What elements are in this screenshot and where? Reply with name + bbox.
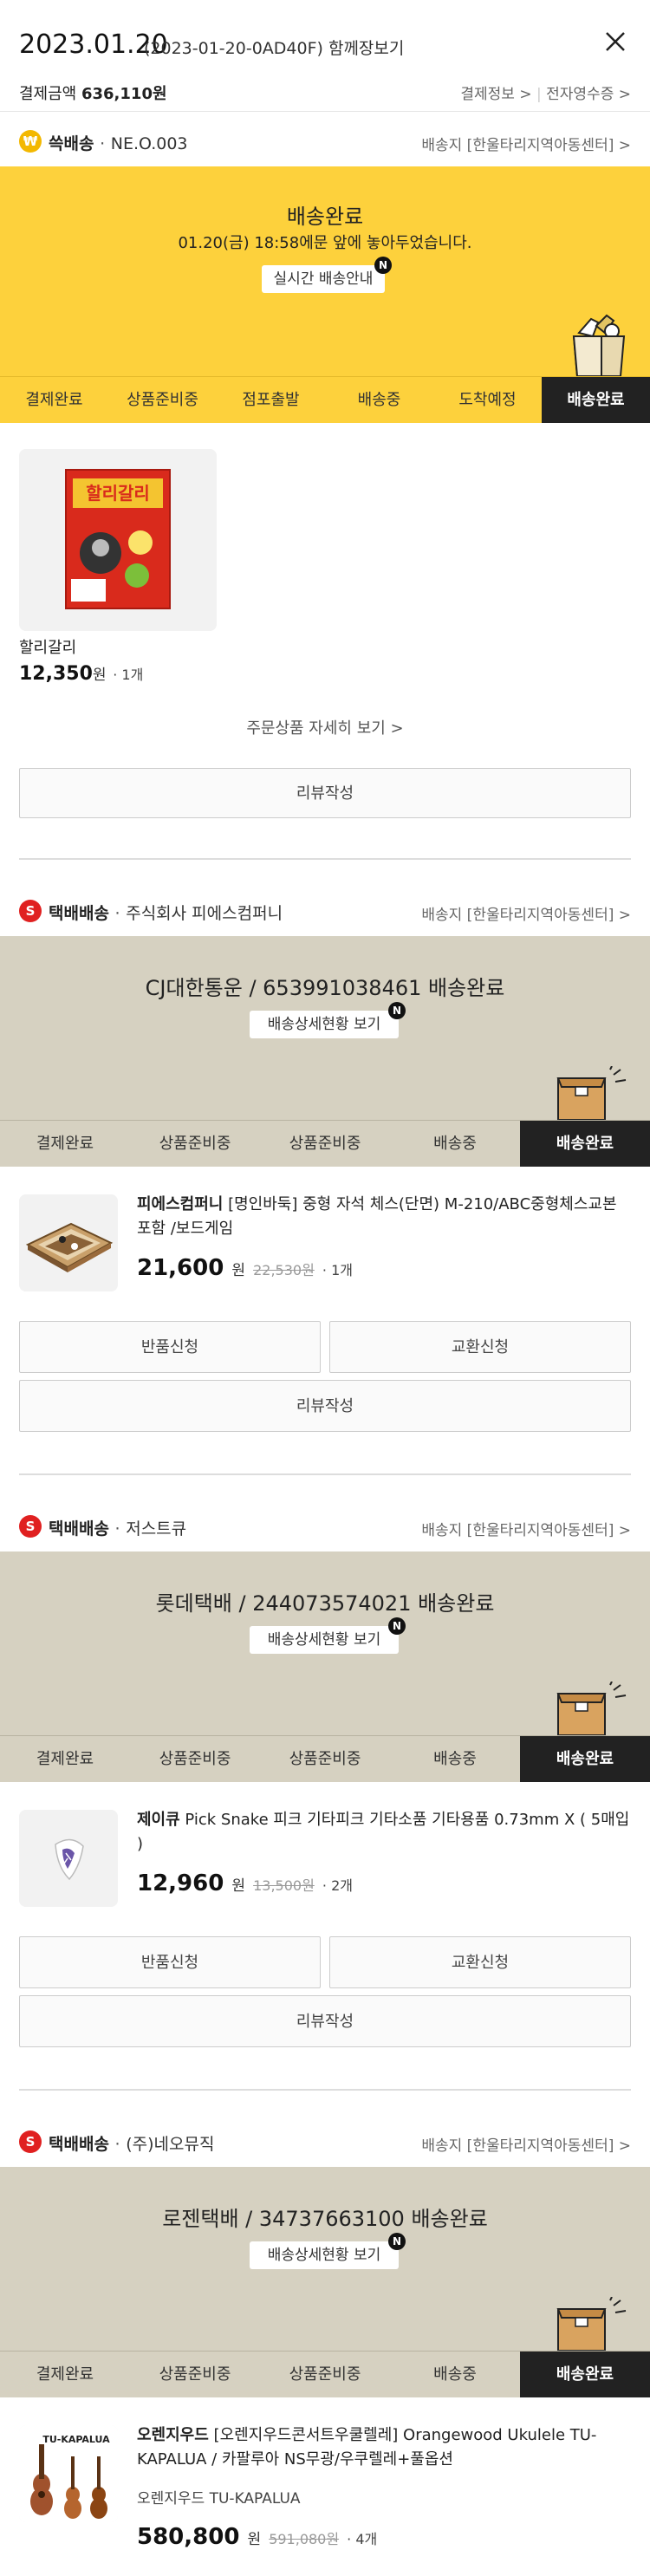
parcel-box-icon [553, 2296, 633, 2352]
step-shipping: 배송중 [433, 1135, 477, 1153]
product-price: 21,600 원 22,530원 · 1개 [137, 1255, 353, 1281]
step-shipping: 배송중 [357, 391, 401, 409]
step-delivered: 배송완료 [520, 1736, 650, 1782]
delivery-banner: 로젠택배 / 34737663100 배송완료 배송상세현황 보기 N [0, 2167, 650, 2352]
delivery-steps: 결제완료 상품준비중 상품준비중 배송중 배송완료 [0, 2351, 650, 2397]
delivery-detail-button[interactable]: 배송상세현황 보기 N [250, 1617, 406, 1654]
shipment-header: S 택배배송 · 저스트큐 배송지 [한울타리지역아동센터] > [0, 1499, 650, 1551]
new-badge: N [388, 1002, 406, 1019]
order-code: (2023-01-20-0AD40F) 함께장보기 [144, 39, 405, 58]
product-image[interactable] [19, 1194, 118, 1291]
s-delivery-icon: S [19, 2130, 42, 2153]
new-badge: N [374, 257, 392, 274]
shipment-type: 택배배송 · 저스트큐 [49, 1519, 187, 1538]
destination-link[interactable]: 배송지 [한울타리지역아동센터] > [421, 2133, 631, 2155]
product-name[interactable]: 제이큐 Pick Snake 피크 기타피크 기타소품 기타용품 0.73mm … [137, 1808, 631, 1857]
product-price: 12,350원 · 1개 [19, 663, 144, 685]
banner-title: 배송완료 [286, 205, 364, 229]
step-preparing: 상품준비중 [127, 391, 198, 409]
step-delivered: 배송완료 [520, 1121, 650, 1167]
product-box-label: 할리갈리 [86, 483, 150, 504]
destination-link[interactable]: 배송지 [한울타리지역아동센터] > [421, 133, 631, 154]
realtime-delivery-button[interactable]: 실시간 배송안내 N [262, 257, 392, 293]
step-delivered: 배송완료 [542, 377, 650, 423]
grocery-bag-icon [567, 314, 631, 377]
product-price: 12,960 원 13,500원 · 2개 [137, 1870, 353, 1896]
header-links: 결제정보 > | 전자영수증 > [460, 86, 631, 103]
product-option: 오렌지우드 TU-KAPALUA [137, 2490, 301, 2508]
delivery-banner: 배송완료 01.20(금) 18:58에문 앞에 놓아두었습니다. 실시간 배송… [0, 166, 650, 377]
delivery-detail-button[interactable]: 배송상세현황 보기 N [250, 1002, 406, 1038]
review-button[interactable]: 리뷰작성 [19, 1995, 631, 2047]
step-preparing: 상품준비중 [289, 1750, 361, 1768]
delivery-steps: 결제완료 상품준비중 상품준비중 배송중 배송완료 [0, 1735, 650, 1782]
banner-title: 롯데택배 / 244073574021 배송완료 [155, 1591, 495, 1616]
product-name[interactable]: 피에스컴퍼니 [명인바둑] 중형 자석 체스(단면) M-210/ABC중형체스… [137, 1193, 631, 1241]
destination-link[interactable]: 배송지 [한울타리지역아동센터] > [421, 1518, 631, 1539]
shipment-type: 쓱배송 · NE.O.003 [49, 134, 188, 153]
section-divider [19, 858, 631, 860]
payment-info-link[interactable]: 결제정보 > [460, 86, 531, 103]
step-preparing: 상품준비중 [289, 2365, 361, 2384]
section-divider [19, 1473, 631, 1475]
product-price: 580,800 원 591,080원 · 4개 [137, 2524, 378, 2550]
step-delivered: 배송완료 [520, 2352, 650, 2397]
order-detail-link[interactable]: 주문상품 자세히 보기 > [0, 716, 650, 738]
banner-title: 로젠택배 / 34737663100 배송완료 [162, 2207, 488, 2231]
banner-title: CJ대한통운 / 653991038461 배송완료 [145, 976, 505, 1000]
return-request-button[interactable]: 반품신청 [19, 1936, 321, 1988]
order-header: 2023.01.20 (2023-01-20-0AD40F) 함께장보기 결제금… [0, 0, 650, 112]
shipment-header: S 택배배송 · (주)네오뮤직 배송지 [한울타리지역아동센터] > [0, 2115, 650, 2167]
review-button[interactable]: 리뷰작성 [19, 768, 631, 818]
ssg-icon: ₩ [19, 130, 42, 153]
divider [0, 111, 650, 112]
receipt-link[interactable]: 전자영수증 > [546, 86, 631, 103]
step-shipping: 배송중 [433, 2365, 477, 2384]
payment-amount: 결제금액 636,110원 [19, 85, 167, 103]
shipment-type: 택배배송 · 주식회사 피에스컴퍼니 [49, 904, 283, 923]
product-image[interactable] [19, 1810, 118, 1907]
new-badge: N [388, 2233, 406, 2250]
delivery-steps: 결제완료 상품준비중 점포출발 배송중 도착예정 배송완료 [0, 376, 650, 423]
parcel-box-icon [553, 1681, 633, 1736]
delivery-detail-button[interactable]: 배송상세현황 보기 N [250, 2233, 406, 2269]
step-paid: 결제완료 [36, 1750, 94, 1768]
delivery-steps: 결제완료 상품준비중 상품준비중 배송중 배송완료 [0, 1120, 650, 1167]
step-arriving: 도착예정 [458, 391, 517, 409]
product-box-label: TU-KAPALUA [42, 2434, 110, 2445]
close-icon[interactable] [600, 26, 631, 57]
new-badge: N [388, 1617, 406, 1635]
return-request-button[interactable]: 반품신청 [19, 1321, 321, 1373]
step-paid: 결제완료 [36, 1135, 94, 1153]
step-preparing: 상품준비중 [159, 1750, 231, 1768]
delivery-banner: 롯데택배 / 244073574021 배송완료 배송상세현황 보기 N [0, 1551, 650, 1736]
product-name[interactable]: 할리갈리 [19, 636, 76, 660]
review-button[interactable]: 리뷰작성 [19, 1380, 631, 1432]
step-preparing: 상품준비중 [289, 1135, 361, 1153]
s-delivery-icon: S [19, 900, 42, 922]
s-delivery-icon: S [19, 1515, 42, 1538]
parcel-box-icon [553, 1065, 633, 1121]
step-shipping: 배송중 [433, 1750, 477, 1768]
step-preparing: 상품준비중 [159, 2365, 231, 2384]
destination-link[interactable]: 배송지 [한울타리지역아동센터] > [421, 902, 631, 924]
step-paid: 결제완료 [36, 2365, 94, 2384]
step-paid: 결제완료 [25, 391, 83, 409]
exchange-request-button[interactable]: 교환신청 [329, 1321, 631, 1373]
step-preparing: 상품준비중 [159, 1135, 231, 1153]
section-divider [19, 2089, 631, 2091]
shipment-header: ₩ 쓱배송 · NE.O.003 배송지 [한울타리지역아동센터] > [0, 114, 650, 166]
product-image[interactable]: 할리갈리 [19, 449, 217, 631]
shipment-type: 택배배송 · (주)네오뮤직 [49, 2135, 215, 2154]
step-store-departed: 점포출발 [242, 391, 300, 409]
product-name[interactable]: 오렌지우드 [오렌지우드콘서트우쿨렐레] Orangewood Ukulele … [137, 2423, 631, 2472]
product-image[interactable]: TU-KAPALUA [19, 2425, 118, 2522]
shipment-header: S 택배배송 · 주식회사 피에스컴퍼니 배송지 [한울타리지역아동센터] > [0, 884, 650, 936]
banner-subtitle: 01.20(금) 18:58에문 앞에 놓아두었습니다. [178, 234, 472, 252]
delivery-banner: CJ대한통운 / 653991038461 배송완료 배송상세현황 보기 N [0, 936, 650, 1121]
exchange-request-button[interactable]: 교환신청 [329, 1936, 631, 1988]
